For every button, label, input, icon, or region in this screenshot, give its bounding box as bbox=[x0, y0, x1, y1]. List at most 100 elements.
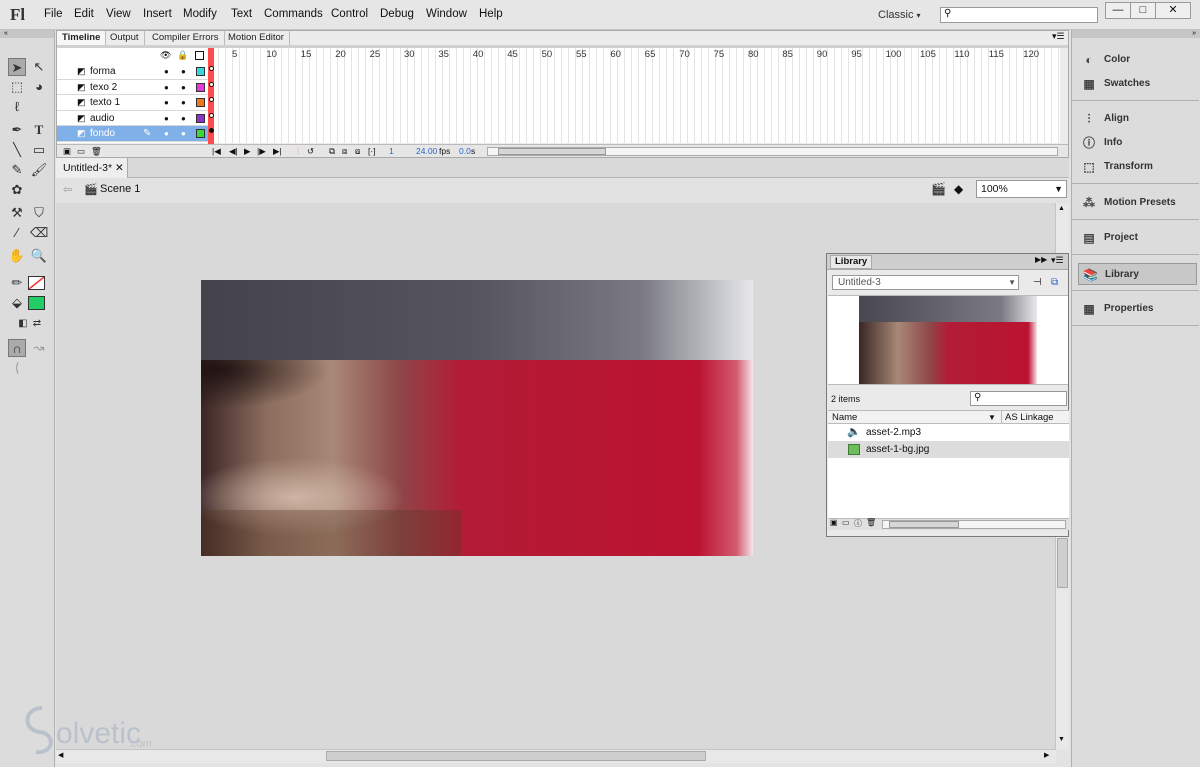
panel-menu-icon[interactable]: ▾☰ bbox=[1051, 255, 1064, 266]
scrollbar-thumb[interactable] bbox=[326, 751, 706, 761]
lock-dot[interactable]: ● bbox=[181, 126, 186, 141]
tab-output[interactable]: Output bbox=[105, 31, 145, 45]
panel-transform[interactable]: ⬚ Transform bbox=[1078, 156, 1197, 178]
layer-row[interactable]: ◩ forma ● ● bbox=[57, 64, 212, 80]
stroke-color-swatch[interactable] bbox=[28, 276, 45, 290]
library-item[interactable]: asset-1-bg.jpg bbox=[828, 441, 1069, 458]
close-button[interactable]: ✕ bbox=[1155, 2, 1191, 19]
collapse-icon[interactable]: « bbox=[0, 30, 54, 38]
layer-color-swatch[interactable] bbox=[196, 82, 205, 92]
pencil-tool-icon[interactable]: ✎ bbox=[8, 161, 26, 179]
edit-symbols-icon[interactable]: ◆ bbox=[954, 182, 963, 196]
keyframe[interactable] bbox=[209, 112, 214, 118]
menu-debug[interactable]: Debug bbox=[380, 8, 414, 20]
delete-icon[interactable]: 🗑 bbox=[866, 518, 876, 527]
menu-modify[interactable]: Modify bbox=[183, 8, 217, 20]
modify-markers-icon[interactable]: [·] bbox=[368, 145, 376, 158]
visibility-dot[interactable]: ● bbox=[164, 126, 169, 141]
pen-tool-icon[interactable]: ✒ bbox=[8, 121, 26, 139]
back-arrow-icon[interactable]: ⇦ bbox=[63, 183, 72, 196]
layer-row[interactable]: ◩ texo 2 ● ● bbox=[57, 80, 212, 95]
tab-timeline[interactable]: Timeline bbox=[57, 31, 107, 45]
layer-color-swatch[interactable] bbox=[196, 113, 205, 123]
layer-name[interactable]: fondo bbox=[90, 126, 115, 141]
menu-file[interactable]: File bbox=[44, 8, 63, 20]
panel-project[interactable]: ▤ Project bbox=[1078, 227, 1197, 249]
menu-edit[interactable]: Edit bbox=[74, 8, 94, 20]
timeline-horizontal-scrollbar[interactable] bbox=[487, 147, 1058, 156]
outline-icon[interactable] bbox=[195, 51, 204, 60]
menu-view[interactable]: View bbox=[106, 8, 131, 20]
layer-name[interactable]: forma bbox=[90, 64, 116, 79]
hand-tool-icon[interactable]: ✋ bbox=[8, 247, 26, 265]
layer-row[interactable]: ◩ fondo ✎ ● ● bbox=[57, 126, 212, 142]
library-document-select[interactable]: Untitled-3 ▼ bbox=[832, 275, 1019, 290]
onion-skin-icon[interactable]: ⧉ bbox=[329, 145, 335, 158]
panel-align[interactable]: ⫶ Align bbox=[1078, 108, 1197, 130]
time-value[interactable]: 0.0 bbox=[459, 145, 471, 158]
scroll-right-icon[interactable]: ▶ bbox=[1044, 751, 1049, 759]
new-layer-icon[interactable]: ▣ bbox=[63, 145, 71, 158]
pin-icon[interactable]: ⊣ bbox=[1033, 277, 1042, 288]
maximize-button[interactable]: □ bbox=[1130, 2, 1156, 19]
layer-row[interactable]: ◩ audio ● ● bbox=[57, 111, 212, 126]
keyframe[interactable] bbox=[209, 66, 214, 71]
panel-motion-presets[interactable]: ⁂ Motion Presets bbox=[1078, 192, 1197, 214]
frame-grid[interactable] bbox=[212, 48, 1060, 143]
lock-dot[interactable]: ● bbox=[181, 111, 186, 126]
layer-color-swatch[interactable] bbox=[196, 67, 205, 76]
stage-horizontal-scrollbar[interactable]: ◀ ▶ bbox=[56, 749, 1056, 763]
loop-icon[interactable]: ↺ bbox=[307, 145, 314, 158]
straighten-icon[interactable]: ⟨ bbox=[8, 359, 26, 377]
free-transform-tool-icon[interactable]: ⬚ bbox=[8, 78, 26, 96]
panel-swatches[interactable]: ▦ Swatches bbox=[1078, 73, 1197, 95]
lock-dot[interactable]: ● bbox=[181, 80, 186, 95]
layer-color-swatch[interactable] bbox=[196, 129, 205, 138]
library-item[interactable]: 🔈 asset-2.mp3 bbox=[828, 424, 1069, 441]
menu-text[interactable]: Text bbox=[231, 8, 252, 20]
panel-menu-icon[interactable]: ▾☰ bbox=[1052, 31, 1065, 42]
new-folder-icon[interactable]: ▭ bbox=[842, 518, 850, 527]
column-name[interactable]: Name bbox=[832, 411, 857, 424]
menu-help[interactable]: Help bbox=[479, 8, 503, 20]
new-library-icon[interactable]: ⧉ bbox=[1051, 277, 1058, 288]
fps-value[interactable]: 24.00 bbox=[416, 145, 437, 158]
zoom-select[interactable]: 100% ▼ bbox=[976, 180, 1067, 198]
keyframe[interactable] bbox=[209, 128, 214, 133]
scrollbar-thumb[interactable] bbox=[498, 148, 606, 155]
smooth-icon[interactable]: ↝ bbox=[30, 339, 48, 357]
library-search-input[interactable]: ⚲ bbox=[970, 391, 1067, 406]
brush-tool-icon[interactable]: 🖌 bbox=[30, 161, 48, 179]
lock-icon[interactable]: 🔒 bbox=[177, 50, 188, 61]
scrollbar-thumb[interactable] bbox=[889, 521, 959, 528]
eye-icon[interactable]: 👁 bbox=[160, 50, 171, 61]
tab-motion-editor[interactable]: Motion Editor bbox=[223, 31, 290, 45]
fill-color-swatch[interactable] bbox=[28, 296, 45, 310]
paint-bucket-tool-icon[interactable]: ⛉ bbox=[30, 204, 48, 222]
delete-layer-icon[interactable]: 🗑 bbox=[91, 145, 102, 158]
eraser-tool-icon[interactable]: ⌫ bbox=[30, 224, 48, 242]
new-symbol-icon[interactable]: ▣ bbox=[830, 518, 838, 527]
onion-outline-icon[interactable]: ⧈ bbox=[342, 145, 347, 158]
center-frame-icon[interactable]: ⫶ bbox=[297, 145, 299, 158]
edit-scene-icon[interactable]: 🎬 bbox=[931, 182, 946, 196]
keyframe[interactable] bbox=[209, 81, 214, 87]
visibility-dot[interactable]: ● bbox=[164, 111, 169, 126]
eyedropper-tool-icon[interactable]: ⁄ bbox=[8, 224, 26, 242]
new-folder-icon[interactable]: ▭ bbox=[77, 145, 85, 158]
selection-tool-icon[interactable]: ➤ bbox=[8, 58, 26, 76]
menu-commands[interactable]: Commands bbox=[264, 8, 323, 20]
collapse-icon[interactable]: ▶▶ bbox=[1035, 255, 1047, 264]
workspace-switcher[interactable]: Classic ▾ bbox=[860, 5, 930, 25]
help-search-input[interactable]: ⚲ bbox=[940, 7, 1098, 23]
snap-to-objects-icon[interactable]: ∩ bbox=[8, 339, 26, 357]
sort-icon[interactable]: ▼ bbox=[988, 411, 996, 424]
zoom-tool-icon[interactable]: 🔍 bbox=[30, 247, 48, 265]
swap-colors-icon[interactable]: ⇄ bbox=[28, 315, 46, 333]
panel-library[interactable]: 📚 Library bbox=[1078, 263, 1197, 285]
background-bitmap[interactable] bbox=[201, 280, 753, 556]
menu-control[interactable]: Control bbox=[331, 8, 368, 20]
3d-rotation-tool-icon[interactable]: ◕ bbox=[30, 78, 48, 96]
current-frame-value[interactable]: 1 bbox=[389, 145, 394, 158]
line-tool-icon[interactable]: ╲ bbox=[8, 141, 26, 159]
